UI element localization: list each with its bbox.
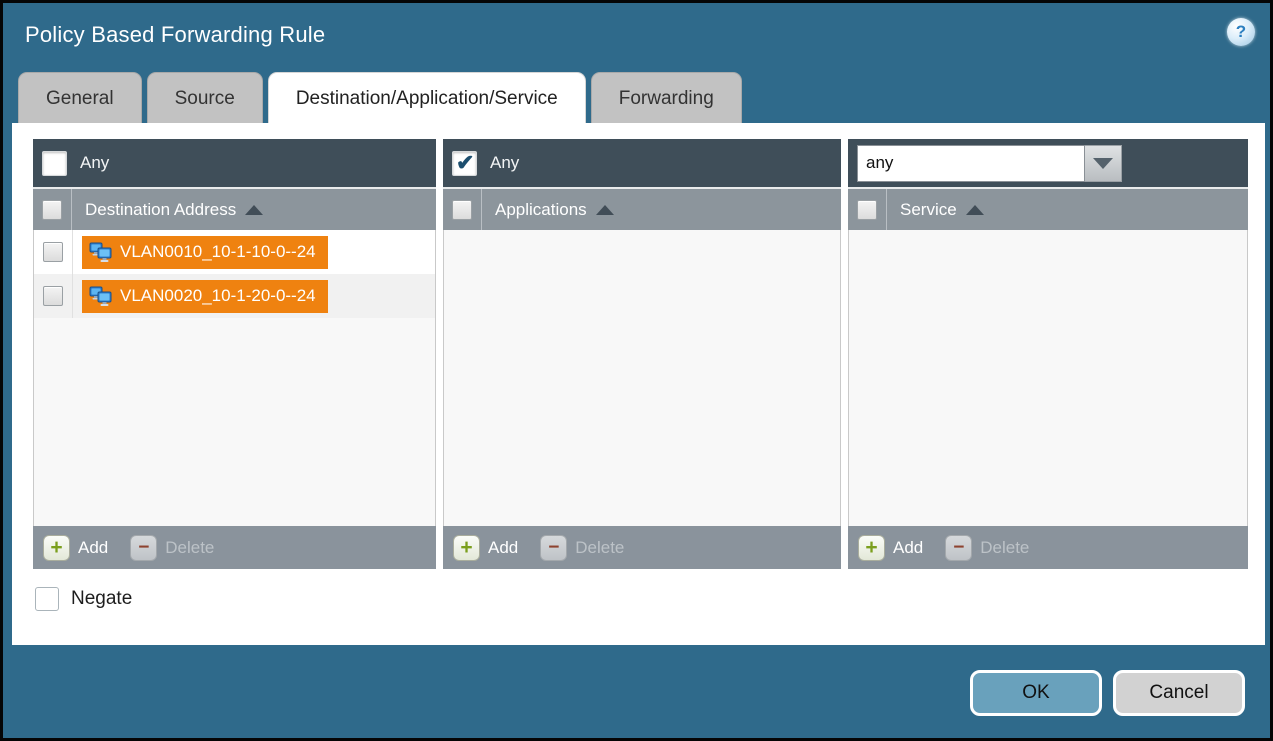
service-dropdown[interactable]: any <box>857 145 1122 182</box>
applications-any-row: Any <box>443 139 841 187</box>
minus-icon: − <box>945 535 972 561</box>
address-object-label: VLAN0010_10-1-10-0--24 <box>120 242 316 262</box>
delete-button[interactable]: − Delete <box>540 535 624 561</box>
service-toolbar: + Add − Delete <box>848 526 1248 569</box>
tab-bar: General Source Destination/Application/S… <box>18 72 742 123</box>
plus-icon: + <box>43 535 70 561</box>
divider <box>886 189 887 230</box>
divider <box>72 274 73 318</box>
add-button[interactable]: + Add <box>453 535 518 561</box>
add-button-label: Add <box>893 538 923 558</box>
add-button[interactable]: + Add <box>43 535 108 561</box>
delete-button[interactable]: − Delete <box>945 535 1029 561</box>
negate-row: Negate <box>35 587 132 611</box>
tab-destination-application-service[interactable]: Destination/Application/Service <box>268 72 586 123</box>
address-object-label: VLAN0020_10-1-20-0--24 <box>120 286 316 306</box>
service-list <box>848 230 1248 526</box>
tab-forwarding[interactable]: Forwarding <box>591 72 742 123</box>
ok-button[interactable]: OK <box>970 670 1102 716</box>
add-button-label: Add <box>78 538 108 558</box>
service-column-header[interactable]: Service <box>848 187 1248 230</box>
divider <box>71 189 72 230</box>
applications-header-label: Applications <box>495 200 587 220</box>
service-select-all-checkbox[interactable] <box>857 200 877 220</box>
address-object[interactable]: VLAN0020_10-1-20-0--24 <box>82 280 328 313</box>
delete-button[interactable]: − Delete <box>130 535 214 561</box>
plus-icon: + <box>453 535 480 561</box>
minus-icon: − <box>540 535 567 561</box>
help-icon[interactable] <box>1227 18 1255 46</box>
dialog-title: Policy Based Forwarding Rule <box>25 22 325 48</box>
sort-ascending-icon <box>245 205 263 215</box>
row-checkbox[interactable] <box>43 242 63 262</box>
destination-list: VLAN0010_10-1-10-0--24 <box>33 230 436 526</box>
add-button-label: Add <box>488 538 518 558</box>
destination-column: Any Destination Address <box>33 139 436 571</box>
tab-source[interactable]: Source <box>147 72 263 123</box>
applications-select-all-checkbox[interactable] <box>452 200 472 220</box>
row-checkbox[interactable] <box>43 286 63 306</box>
network-icon <box>89 241 113 263</box>
sort-ascending-icon <box>596 205 614 215</box>
delete-button-label: Delete <box>575 538 624 558</box>
address-object[interactable]: VLAN0010_10-1-10-0--24 <box>82 236 328 269</box>
applications-list <box>443 230 841 526</box>
destination-any-label: Any <box>80 153 109 173</box>
policy-based-forwarding-dialog: Policy Based Forwarding Rule General Sou… <box>0 0 1273 741</box>
negate-label: Negate <box>71 588 132 610</box>
destination-toolbar: + Add − Delete <box>33 526 436 569</box>
plus-icon: + <box>858 535 885 561</box>
applications-any-checkbox[interactable] <box>452 151 477 176</box>
service-header-label: Service <box>900 200 957 220</box>
destination-header-label: Destination Address <box>85 200 236 220</box>
destination-any-row: Any <box>33 139 436 187</box>
destination-any-checkbox[interactable] <box>42 151 67 176</box>
divider <box>72 230 73 274</box>
applications-any-label: Any <box>490 153 519 173</box>
divider <box>481 189 482 230</box>
destination-column-header[interactable]: Destination Address <box>33 187 436 230</box>
dropdown-arrow-button[interactable] <box>1085 145 1122 182</box>
minus-icon: − <box>130 535 157 561</box>
service-dropdown-value[interactable]: any <box>857 145 1085 182</box>
table-row: VLAN0010_10-1-10-0--24 <box>34 230 435 274</box>
chevron-down-icon <box>1093 158 1113 169</box>
service-column: any Service + Add − Delete <box>848 139 1248 571</box>
delete-button-label: Delete <box>980 538 1029 558</box>
table-row: VLAN0020_10-1-20-0--24 <box>34 274 435 318</box>
negate-checkbox[interactable] <box>35 587 59 611</box>
destination-select-all-checkbox[interactable] <box>42 200 62 220</box>
service-dropdown-row: any <box>848 139 1248 187</box>
sort-ascending-icon <box>966 205 984 215</box>
applications-column: Any Applications + Add − Delete <box>443 139 841 571</box>
applications-column-header[interactable]: Applications <box>443 187 841 230</box>
delete-button-label: Delete <box>165 538 214 558</box>
network-icon <box>89 285 113 307</box>
add-button[interactable]: + Add <box>858 535 923 561</box>
cancel-button[interactable]: Cancel <box>1113 670 1245 716</box>
tab-general[interactable]: General <box>18 72 142 123</box>
applications-toolbar: + Add − Delete <box>443 526 841 569</box>
